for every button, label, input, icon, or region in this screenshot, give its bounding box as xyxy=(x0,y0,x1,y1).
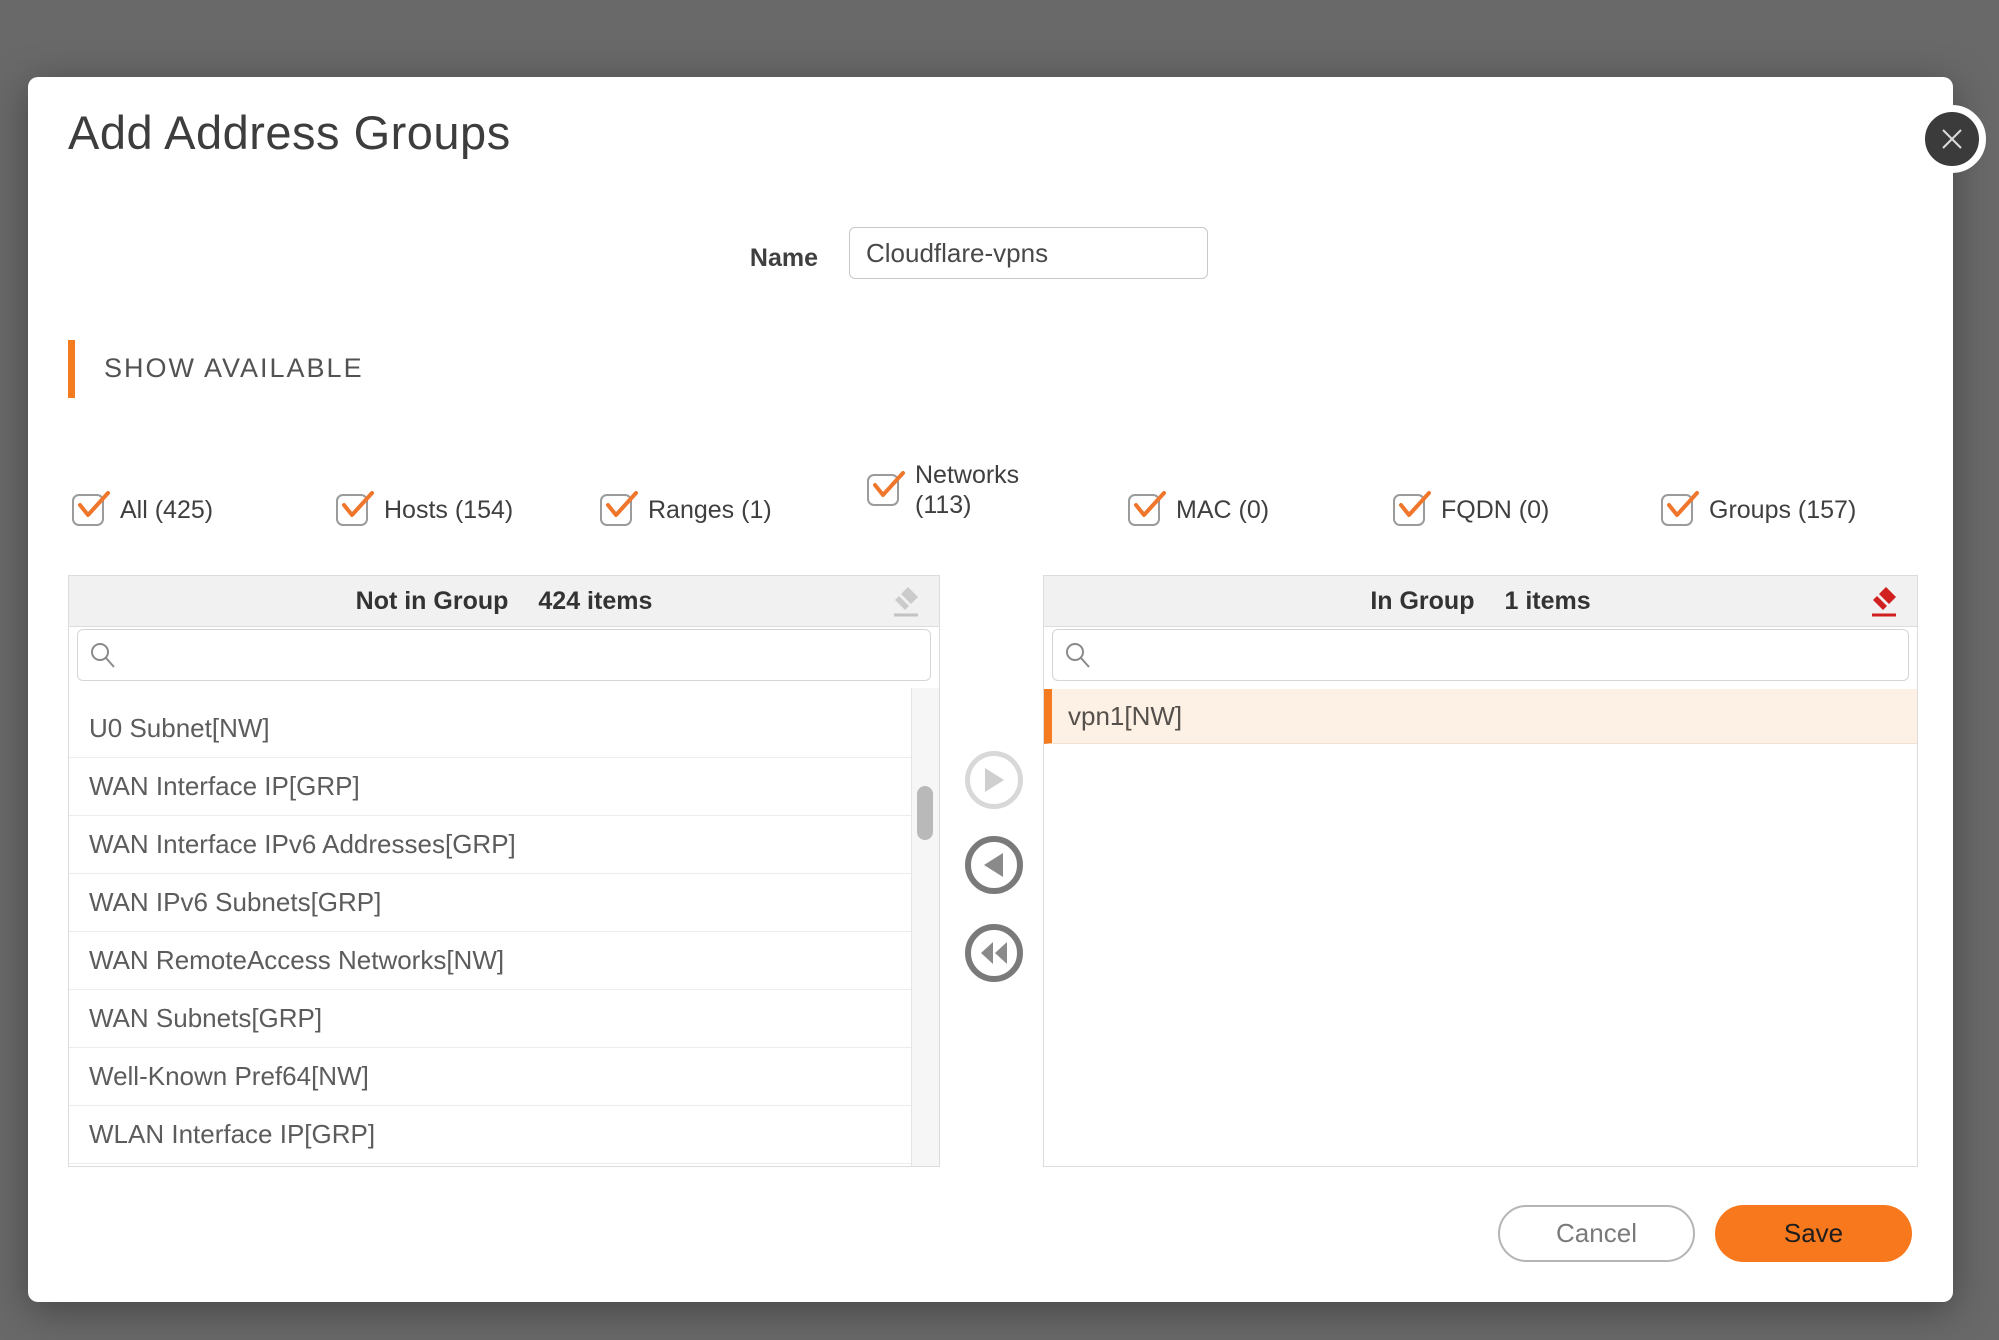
move-all-left-button[interactable] xyxy=(965,924,1023,982)
search-icon xyxy=(89,641,117,674)
checkbox-checked-icon[interactable] xyxy=(336,494,368,526)
list-item[interactable]: WLAN Interface IP[GRP] xyxy=(69,1106,911,1164)
filter-label: Networks (113) xyxy=(915,460,1019,520)
panel-header: In Group 1 items xyxy=(1044,576,1917,627)
in-group-panel: In Group 1 items vpn1[NW] xyxy=(1043,575,1918,1167)
list-item[interactable]: Well-Known Pref64[NW] xyxy=(69,1048,911,1106)
checkbox-checked-icon[interactable] xyxy=(1128,494,1160,526)
filter-groups[interactable]: Groups (157) xyxy=(1661,492,1856,528)
filter-label: FQDN (0) xyxy=(1441,495,1549,525)
add-address-groups-dialog: Add Address Groups Name SHOW AVAILABLE A… xyxy=(28,77,1953,1302)
not-in-group-panel: Not in Group 424 items U0 Subnet[NW] WAN… xyxy=(68,575,940,1167)
page-title: Add Address Groups xyxy=(68,105,511,160)
panel-header: Not in Group 424 items xyxy=(69,576,939,627)
list-item-selected[interactable]: vpn1[NW] xyxy=(1044,689,1917,744)
scrollbar-thumb[interactable] xyxy=(917,786,933,840)
filter-networks[interactable]: Networks (113) xyxy=(867,460,1019,520)
checkbox-checked-icon[interactable] xyxy=(72,494,104,526)
clear-group-eraser-icon[interactable] xyxy=(1867,584,1901,620)
scrollbar-track xyxy=(911,688,939,1166)
arrow-left-icon xyxy=(983,852,1005,878)
not-in-group-list: U0 Subnet[NW] WAN Interface IP[GRP] WAN … xyxy=(69,700,911,1166)
filter-ranges[interactable]: Networks (113) Ranges (1) xyxy=(600,492,772,528)
checkbox-checked-icon[interactable] xyxy=(867,474,899,506)
filter-mac[interactable]: MAC (0) xyxy=(1128,492,1269,528)
save-button[interactable]: Save xyxy=(1715,1205,1912,1262)
list-item[interactable]: WAN IPv6 Subnets[GRP] xyxy=(69,874,911,932)
filter-label: MAC (0) xyxy=(1176,495,1269,525)
panel-title: Not in Group xyxy=(356,587,509,616)
filter-label: All (425) xyxy=(120,495,213,525)
checkbox-checked-icon[interactable] xyxy=(1661,494,1693,526)
in-group-search-input[interactable] xyxy=(1052,629,1909,681)
clear-filter-eraser-icon[interactable] xyxy=(889,584,923,620)
move-right-button[interactable] xyxy=(965,751,1023,809)
save-button-label: Save xyxy=(1784,1218,1843,1249)
list-item[interactable]: WAN RemoteAccess Networks[NW] xyxy=(69,932,911,990)
panel-count: 1 items xyxy=(1504,587,1590,616)
filter-hosts[interactable]: Hosts (154) xyxy=(336,492,513,528)
close-button[interactable] xyxy=(1918,105,1986,173)
not-in-group-search-input[interactable] xyxy=(77,629,931,681)
cancel-button-label: Cancel xyxy=(1556,1218,1637,1249)
search-icon xyxy=(1064,641,1092,674)
close-icon xyxy=(1937,124,1967,154)
arrow-right-icon xyxy=(983,767,1005,793)
checkbox-checked-icon[interactable] xyxy=(600,494,632,526)
name-label: Name xyxy=(688,244,818,273)
list-item[interactable]: WAN Interface IP[GRP] xyxy=(69,758,911,816)
checkbox-checked-icon[interactable] xyxy=(1393,494,1425,526)
in-group-list: vpn1[NW] xyxy=(1044,689,1917,1166)
cancel-button[interactable]: Cancel xyxy=(1498,1205,1695,1262)
filter-label: Groups (157) xyxy=(1709,495,1856,525)
filter-label: Hosts (154) xyxy=(384,495,513,525)
section-title: SHOW AVAILABLE xyxy=(104,353,364,384)
move-left-button[interactable] xyxy=(965,836,1023,894)
filter-label: Ranges (1) xyxy=(648,495,772,525)
panel-count: 424 items xyxy=(538,587,652,616)
list-item[interactable]: WAN Subnets[GRP] xyxy=(69,990,911,1048)
section-accent-bar xyxy=(68,340,75,398)
filter-fqdn[interactable]: FQDN (0) xyxy=(1393,492,1549,528)
panel-title: In Group xyxy=(1370,587,1474,616)
list-item[interactable]: WAN Interface IPv6 Addresses[GRP] xyxy=(69,816,911,874)
name-input[interactable] xyxy=(849,227,1208,279)
list-item[interactable]: U0 Subnet[NW] xyxy=(69,700,911,758)
double-arrow-left-icon xyxy=(979,941,1009,965)
filter-all[interactable]: All (425) xyxy=(72,492,213,528)
